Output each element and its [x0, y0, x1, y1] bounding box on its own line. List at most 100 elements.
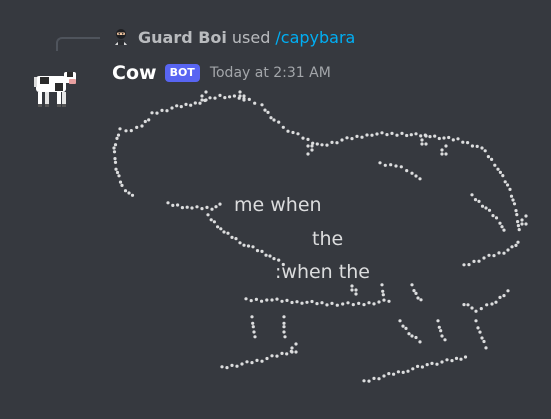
braille-dot: [225, 366, 229, 370]
braille-dot: [456, 137, 460, 141]
braille-dot: [249, 299, 253, 303]
braille-dot: [524, 222, 528, 226]
braille-dot: [253, 101, 257, 105]
braille-dot: [484, 206, 488, 210]
braille-dot: [436, 319, 440, 323]
braille-dot: [473, 198, 478, 202]
braille-dot: [238, 241, 242, 245]
braille-dot: [357, 301, 361, 305]
braille-dot: [117, 174, 121, 178]
braille-dot: [325, 143, 329, 147]
braille-dot: [381, 289, 385, 293]
braille-dot: [444, 144, 448, 148]
braille-dot: [190, 206, 194, 210]
braille-dot: [444, 152, 448, 156]
braille-dot: [280, 299, 284, 303]
braille-dot: [390, 131, 394, 135]
braille-dot: [272, 257, 276, 261]
braille-dot: [383, 163, 387, 167]
braille-dot: [516, 240, 520, 244]
command-reference[interactable]: Guard Boi used /capybara: [112, 26, 355, 48]
braille-dot: [510, 245, 514, 249]
braille-dot: [286, 129, 290, 133]
braille-dot: [477, 199, 481, 203]
braille-dot: [176, 203, 180, 207]
braille-dot: [410, 334, 414, 338]
braille-dot: [474, 309, 478, 313]
braille-dot: [498, 170, 502, 174]
braille-dot: [486, 155, 490, 159]
braille-dot: [502, 228, 506, 232]
braille-dot: [382, 298, 386, 302]
braille-dot: [268, 254, 272, 258]
braille-dot: [296, 132, 300, 136]
braille-dot: [263, 108, 267, 112]
braille-dot: [414, 132, 418, 136]
braille-dot: [467, 263, 471, 267]
braille-dot: [517, 228, 521, 232]
ninja-avatar-icon[interactable]: [112, 28, 130, 46]
braille-dot: [251, 321, 255, 325]
braille-dot: [396, 370, 400, 374]
braille-dot: [479, 307, 483, 311]
braille-dot: [260, 359, 264, 363]
braille-dot: [310, 299, 314, 304]
braille-dot: [275, 297, 279, 301]
braille-dot: [490, 302, 494, 306]
braille-dot: [466, 141, 470, 145]
braille-dot: [405, 133, 409, 138]
braille-dot: [420, 365, 424, 369]
braille-dot: [250, 361, 254, 365]
bot-badge: BOT: [164, 64, 200, 82]
reply-connector: [56, 37, 100, 51]
braille-dot: [310, 148, 314, 152]
braille-dot: [270, 298, 274, 302]
braille-dot: [150, 111, 154, 115]
braille-dot: [409, 133, 413, 137]
braille-dot: [143, 119, 147, 124]
braille-dot: [260, 103, 264, 107]
braille-dot: [462, 263, 466, 267]
braille-dot: [433, 134, 437, 138]
braille-dot: [487, 253, 491, 257]
command-name-link[interactable]: /capybara: [275, 28, 355, 47]
braille-dot: [440, 360, 444, 364]
braille-dot: [419, 298, 423, 302]
braille-dot: [520, 222, 524, 226]
braille-dot: [370, 133, 374, 137]
braille-dot: [440, 334, 444, 338]
braille-dot: [439, 329, 443, 333]
braille-dot: [290, 350, 294, 354]
braille-dot: [412, 289, 416, 293]
braille-dot: [367, 379, 371, 383]
braille-dot: [365, 133, 369, 137]
braille-dot: [487, 208, 492, 212]
braille-dot: [503, 180, 507, 184]
braille-dot: [520, 218, 524, 222]
message-username[interactable]: Cow: [112, 62, 157, 84]
command-user-name[interactable]: Guard Boi: [138, 28, 227, 47]
braille-dot: [253, 335, 257, 339]
braille-dot: [277, 120, 281, 124]
braille-dot: [490, 157, 494, 161]
braille-dot: [420, 138, 424, 142]
braille-dot: [113, 157, 117, 161]
braille-dot: [283, 335, 287, 339]
cow-avatar-icon[interactable]: [24, 66, 84, 110]
braille-dot: [179, 105, 183, 109]
braille-dot: [451, 138, 455, 142]
braille-dot: [113, 143, 118, 147]
braille-dot: [129, 129, 133, 133]
braille-dot: [419, 134, 423, 138]
braille-dot: [171, 203, 175, 207]
braille-dot: [428, 135, 432, 139]
chat-message: Guard Boi used /capybara Cow BOT Today a…: [0, 0, 551, 419]
braille-dot: [165, 109, 169, 113]
braille-dot: [305, 300, 309, 304]
braille-dot: [398, 319, 402, 323]
braille-dot: [480, 204, 485, 208]
braille-dot: [306, 152, 310, 156]
braille-dot: [244, 297, 248, 301]
braille-dot: [470, 193, 474, 197]
braille-dot: [346, 301, 350, 305]
